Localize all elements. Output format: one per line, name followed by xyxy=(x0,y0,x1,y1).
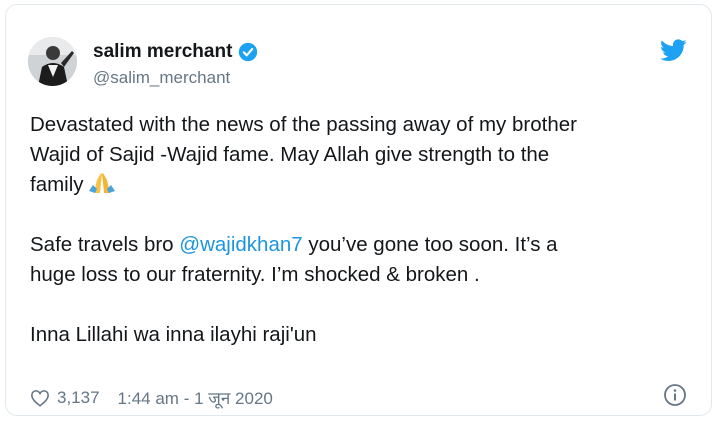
text-fragment: Safe travels bro xyxy=(30,233,180,256)
text-line: Devastated with the news of the passing … xyxy=(30,113,577,136)
text-line: huge loss to our fraternity. I’m shocked… xyxy=(30,263,480,286)
tweet-footer: 3,137 1:44 am - 1 जून 2020 xyxy=(30,386,273,409)
info-icon[interactable] xyxy=(663,383,687,407)
text-fragment: you’ve gone too soon. It’s a xyxy=(302,233,558,256)
text-fragment: family xyxy=(30,173,84,196)
mention-link[interactable]: @wajidkhan7 xyxy=(179,233,302,256)
twitter-bird-icon[interactable] xyxy=(660,39,687,62)
tweet-card: salim merchant @salim_merchant Devastate… xyxy=(5,4,712,416)
folded-hands-emoji xyxy=(88,173,115,193)
verified-badge-icon xyxy=(239,42,258,62)
timestamp-link[interactable]: 1:44 am - 1 जून 2020 xyxy=(118,386,273,409)
like-count[interactable]: 3,137 xyxy=(57,388,100,408)
author-handle[interactable]: @salim_merchant xyxy=(93,68,230,88)
text-line: Safe travels bro @wajidkhan7 you’ve gone… xyxy=(30,230,690,260)
tweet-text: Devastated with the news of the passing … xyxy=(30,110,690,380)
text-line: family xyxy=(30,170,690,200)
author-name[interactable]: salim merchant xyxy=(93,41,232,63)
heart-icon[interactable] xyxy=(30,389,50,407)
paragraph-2: Safe travels bro @wajidkhan7 you’ve gone… xyxy=(30,230,690,290)
paragraph-3: Inna Lillahi wa inna ilayhi raji'un xyxy=(30,323,317,346)
paragraph-1: Devastated with the news of the passing … xyxy=(30,110,690,200)
text-line: Wajid of Sajid -Wajid fame. May Allah gi… xyxy=(30,143,550,166)
avatar[interactable] xyxy=(28,37,77,86)
author-name-row: salim merchant xyxy=(93,41,258,63)
